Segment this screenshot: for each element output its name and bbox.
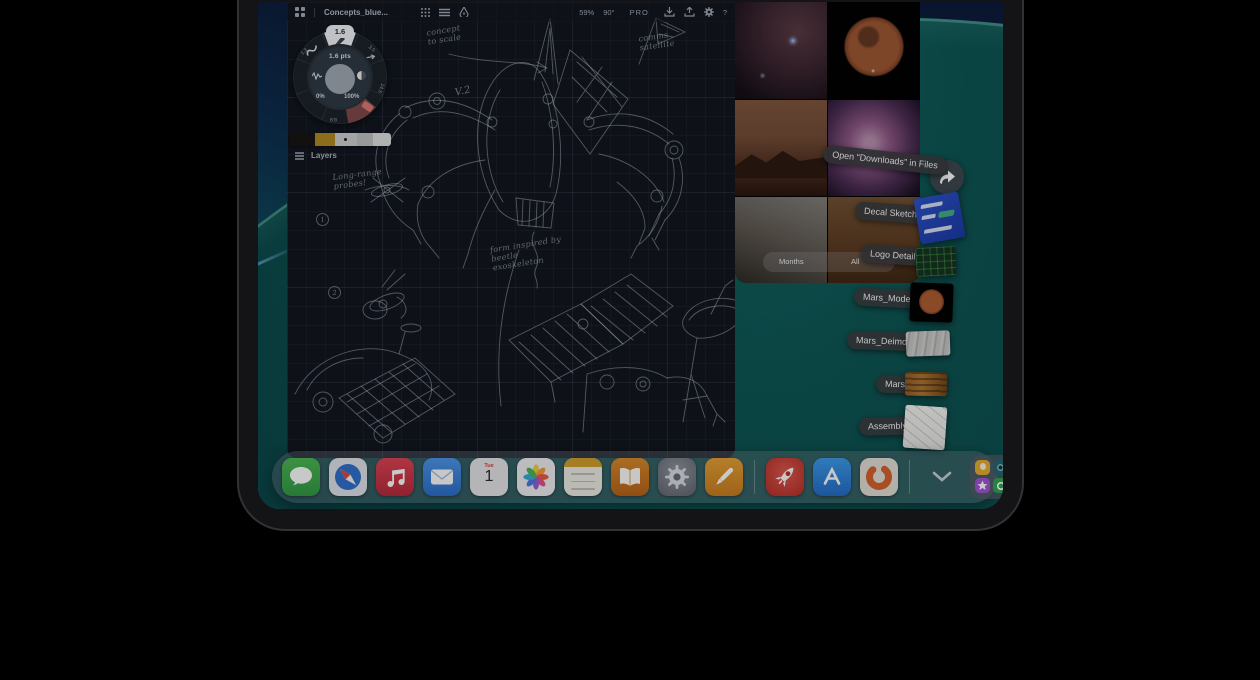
pages-pen-icon [705,458,743,496]
music-note-icon [376,458,414,496]
drag-thumb-decal-sketches[interactable] [913,191,965,244]
drag-drop-layer: Open “Downloads” in Files Decal Sketches… [258,2,1003,509]
drag-action-label[interactable]: Open “Downloads” in Files [822,145,947,176]
rocket-icon [766,458,804,496]
messages-icon [282,458,320,496]
dock-divider [909,460,910,494]
dock-app-pages[interactable] [705,458,743,496]
app-library-mini-tips-icon [975,460,990,475]
drag-thumb-mars-deimos[interactable] [906,330,951,357]
dock-app-appstore[interactable] [813,458,851,496]
dock-app-mail[interactable] [423,458,461,496]
calendar-day: 1 [470,469,508,486]
screen: Concepts_blue... 59% 90° PRO [258,2,1003,509]
notes-header-band [564,458,602,467]
dock-app-notes[interactable] [564,458,602,496]
photos-flower-icon [517,458,555,496]
dock-app-settings[interactable] [658,458,696,496]
drag-thumb-logo-detail[interactable] [915,246,956,277]
dock-app-books[interactable] [611,458,649,496]
dock-app-safari[interactable] [329,458,367,496]
chevron-down-icon [932,471,952,483]
dock-app-calendar[interactable]: Tue 1 [470,458,508,496]
drag-thumb-mars-model[interactable] [909,282,953,322]
ipad-device: Concepts_blue... 59% 90° PRO [237,0,1024,531]
dock-app-photos[interactable] [517,458,555,496]
settings-gear-icon [658,458,696,496]
dock: Tue 1 [272,451,998,503]
dock-divider [754,460,755,494]
dock-app-music[interactable] [376,458,414,496]
dock-app-rocket[interactable] [766,458,804,496]
mail-envelope-icon [423,458,461,496]
app-library-mini-star-icon [975,478,990,493]
app-library-mini-camera-icon [993,460,1003,475]
dock-app-messages[interactable] [282,458,320,496]
appstore-icon [813,458,851,496]
dock-app-concepts[interactable] [860,458,898,496]
drag-thumb-assembly[interactable] [903,405,948,451]
safari-icon [329,458,367,496]
books-icon [611,458,649,496]
app-library-mini-clock-icon [993,478,1003,493]
dock-collapse-button[interactable] [927,462,957,492]
drag-thumb-mars[interactable] [905,372,947,397]
concepts-c-icon [860,458,898,496]
dock-app-library[interactable] [970,455,1003,499]
